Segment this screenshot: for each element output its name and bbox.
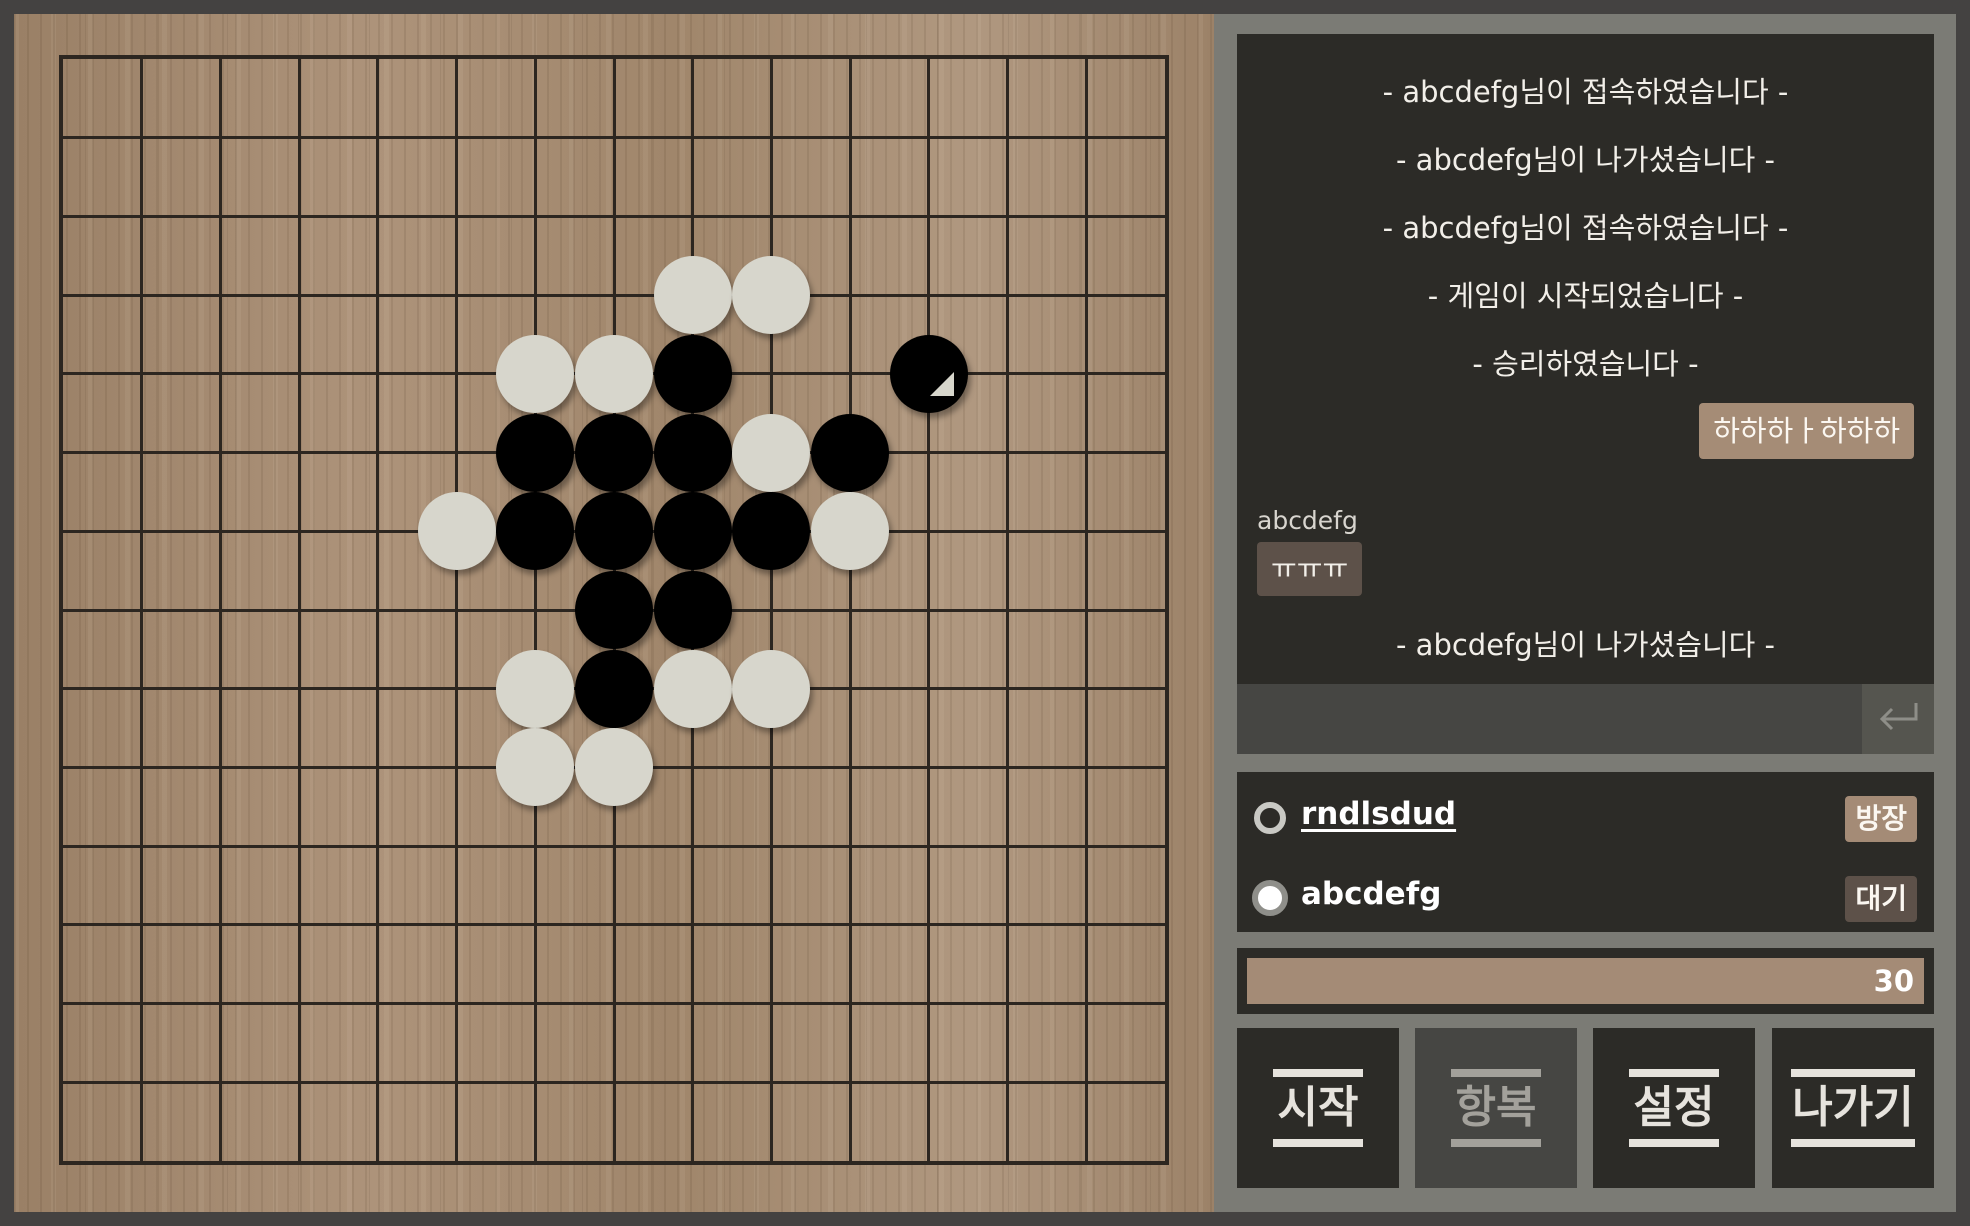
- players-panel: rndlsdud 방장 abcdefg 대기: [1237, 772, 1934, 932]
- button-line: [1791, 1069, 1915, 1077]
- chat-input-row: [1237, 684, 1934, 754]
- grid-line-vertical: [1006, 59, 1010, 1161]
- status-indicator: [1254, 802, 1286, 834]
- button-line: [1629, 1069, 1719, 1077]
- button-line: [1273, 1069, 1363, 1077]
- player-name[interactable]: rndlsdud: [1301, 796, 1456, 832]
- black-stone: [575, 413, 653, 492]
- black-stone: [653, 492, 732, 571]
- send-button[interactable]: [1862, 684, 1934, 754]
- exit-button[interactable]: 나가기: [1772, 1028, 1934, 1188]
- player-name: abcdefg: [1301, 876, 1442, 912]
- button-line: [1629, 1139, 1719, 1147]
- white-stone: [653, 649, 732, 728]
- grid-line-horizontal: [63, 923, 1165, 927]
- last-move-marker: [929, 371, 954, 396]
- black-stone: [575, 571, 653, 649]
- system-message: - 게임이 시작되었습니다 -: [1427, 279, 1744, 313]
- app-window: - abcdefg님이 접속하였습니다 - - abcdefg님이 나가셨습니다…: [14, 14, 1956, 1212]
- system-message: - abcdefg님이 나가셨습니다 -: [1395, 143, 1775, 177]
- my-chat-bubble: 하하하ㅏ하하하: [1699, 403, 1914, 459]
- surrender-button-label: 항복: [1455, 1082, 1537, 1133]
- timer-panel: 30: [1237, 948, 1934, 1014]
- white-stone: [575, 334, 653, 413]
- black-stone: [575, 649, 653, 728]
- system-message: - 승리하였습니다 -: [1472, 347, 1699, 381]
- button-line: [1451, 1069, 1541, 1077]
- white-stone: [575, 728, 653, 807]
- timer-fill: [1247, 958, 1924, 1004]
- role-badge-host: 방장: [1845, 796, 1917, 842]
- system-message: - abcdefg님이 나가셨습니다 -: [1395, 628, 1775, 662]
- system-message: - abcdefg님이 접속하였습니다 -: [1382, 75, 1789, 109]
- grid-line-vertical: [1084, 59, 1088, 1161]
- button-line: [1791, 1139, 1915, 1147]
- button-line: [1451, 1139, 1541, 1147]
- start-button-label: 시작: [1277, 1082, 1359, 1133]
- status-indicator: [1252, 880, 1288, 916]
- timer-value: 30: [1873, 964, 1914, 998]
- surrender-button[interactable]: 항복: [1415, 1028, 1577, 1188]
- enter-arrow-icon: [1876, 699, 1920, 739]
- grid-line-vertical: [848, 59, 852, 1161]
- white-stone: [653, 256, 732, 335]
- white-stone: [732, 649, 811, 728]
- button-line: [1273, 1139, 1363, 1147]
- grid-line-vertical: [769, 59, 773, 1161]
- player-row-guest: abcdefg 대기: [1237, 864, 1934, 924]
- start-button[interactable]: 시작: [1237, 1028, 1399, 1188]
- grid-line-vertical: [927, 59, 931, 1161]
- role-badge-waiting: 대기: [1845, 876, 1917, 922]
- settings-button[interactable]: 설정: [1593, 1028, 1755, 1188]
- black-stone: [653, 413, 732, 492]
- omok-board: [14, 14, 1214, 1212]
- white-stone: [732, 413, 811, 492]
- black-stone: [653, 571, 732, 649]
- white-stone: [811, 492, 890, 571]
- black-stone: [496, 413, 575, 492]
- black-stone: [653, 334, 732, 413]
- timer-bar: 30: [1247, 958, 1924, 1004]
- white-stone: [496, 334, 575, 413]
- black-stone: [889, 334, 968, 413]
- system-message: - abcdefg님이 접속하였습니다 -: [1382, 211, 1789, 245]
- white-stone: [417, 492, 496, 571]
- chat-panel: - abcdefg님이 접속하였습니다 - - abcdefg님이 나가셨습니다…: [1237, 34, 1934, 754]
- other-chat-bubble: ㅠㅠㅠ: [1257, 542, 1363, 596]
- white-stone: [496, 649, 575, 728]
- player-row-host: rndlsdud 방장: [1237, 784, 1934, 844]
- chat-input[interactable]: [1237, 684, 1862, 754]
- grid-line-horizontal: [63, 1002, 1165, 1006]
- settings-button-label: 설정: [1633, 1082, 1715, 1133]
- black-stone: [575, 492, 653, 571]
- chat-sender-name: abcdefg: [1257, 506, 1358, 535]
- exit-button-label: 나가기: [1792, 1082, 1914, 1133]
- grid-line-horizontal: [63, 844, 1165, 848]
- grid-line-horizontal: [63, 1080, 1165, 1084]
- black-stone: [811, 413, 890, 492]
